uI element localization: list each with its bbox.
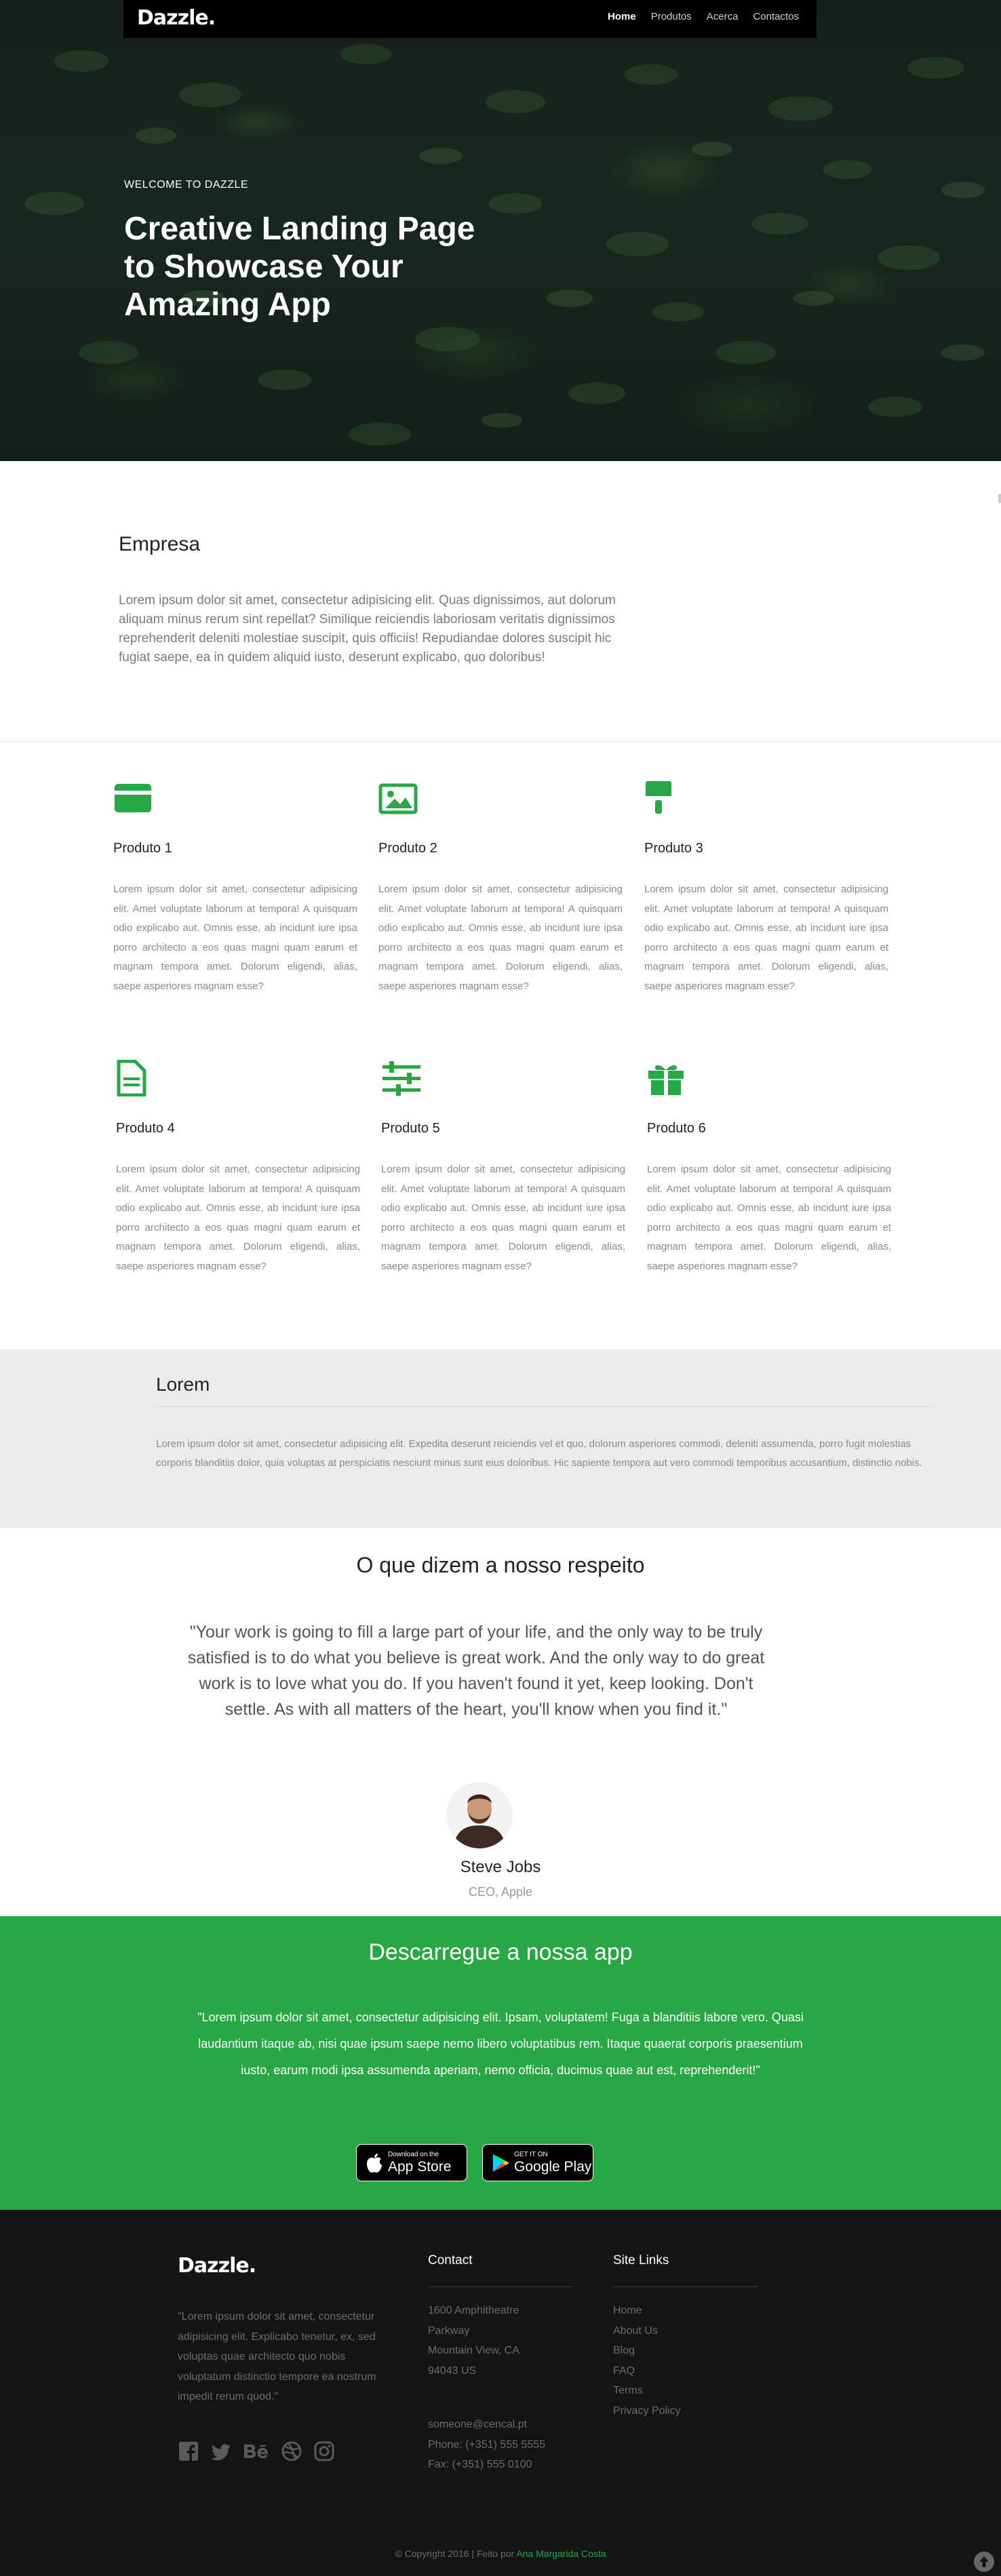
product-card: Produto 1 Lorem ipsum dolor sit amet, co… (113, 780, 357, 992)
address-line: 94043 US (428, 2364, 477, 2377)
footer-link-home[interactable]: Home (613, 2301, 681, 2321)
hero-kicker: WELCOME TO DAZZLE (124, 179, 249, 191)
google-play-icon (493, 2154, 509, 2172)
address-line: 1600 Amphitheatre (428, 2305, 519, 2316)
product-title: Produto 2 (378, 841, 437, 856)
product-title: Produto 4 (116, 1121, 175, 1136)
product-card: Produto 2 Lorem ipsum dolor sit amet, co… (378, 780, 623, 992)
product-text: Lorem ipsum dolor sit amet, consectetur … (378, 884, 623, 992)
sliders-icon (382, 1061, 420, 1096)
lorem-title: Lorem (156, 1374, 210, 1395)
nav-item-produtos[interactable]: Produtos (651, 11, 692, 22)
footer-logo[interactable]: Dazzle. (178, 2254, 256, 2278)
credit-card-icon (115, 784, 151, 812)
footer-contact-divider (428, 2286, 573, 2287)
product-title: Produto 5 (381, 1121, 440, 1136)
nav-item-contactos[interactable]: Contactos (753, 11, 799, 22)
product-card: Produto 6 Lorem ipsum dolor sit amet, co… (647, 1060, 891, 1272)
nav-links: Home Produtos Acerca Contactos (608, 11, 799, 22)
footer-quote: "Lorem ipsum dolor sit amet, consectetur… (178, 2311, 376, 2402)
instagram-icon[interactable] (313, 2440, 335, 2462)
download-title: Descarregue a nossa app (368, 1939, 633, 1965)
author-link[interactable]: Ana Margarida Costa (516, 2548, 606, 2559)
lorem-section: Lorem Lorem ipsum dolor sit amet, consec… (0, 1349, 1001, 1528)
apple-icon (367, 2154, 382, 2173)
google-play-small-label: GET IT ON (514, 2151, 548, 2158)
product-text: Lorem ipsum dolor sit amet, consectetur … (644, 884, 888, 992)
facebook-icon[interactable] (178, 2440, 199, 2462)
scrollbar-thumb[interactable] (998, 494, 1001, 503)
product-card: Produto 4 Lorem ipsum dolor sit amet, co… (116, 1059, 360, 1272)
download-text: "Lorem ipsum dolor sit amet, consectetur… (197, 2010, 804, 2077)
image-icon (378, 783, 418, 814)
download-section: Descarregue a nossa app "Lorem ipsum dol… (0, 1916, 1001, 2210)
product-text: Lorem ipsum dolor sit amet, consectetur … (116, 1164, 360, 1272)
app-store-label: App Store (388, 2159, 452, 2175)
footer-email-link[interactable]: someone@cencal.pt (428, 2415, 545, 2435)
lorem-divider (156, 1406, 929, 1407)
product-card: Produto 3 Lorem ipsum dolor sit amet, co… (644, 780, 888, 992)
app-store-button[interactable]: Download on the App Store (356, 2144, 467, 2181)
navbar: Dazzle. Home Produtos Acerca Contactos (123, 0, 817, 38)
hero-title: Creative Landing Page to Showcase Your A… (124, 211, 475, 323)
avatar-photo (446, 1782, 513, 1848)
product-text: Lorem ipsum dolor sit amet, consectetur … (113, 884, 357, 992)
footer-link-faq[interactable]: FAQ (613, 2361, 681, 2381)
gift-icon (648, 1065, 684, 1095)
footer-links-divider (613, 2286, 758, 2287)
footer-address: 1600 Amphitheatre Parkway Mountain View,… (428, 2301, 519, 2381)
footer-contact-title: Contact (428, 2253, 473, 2267)
footer-link-privacy[interactable]: Privacy Policy (613, 2401, 681, 2421)
document-icon (117, 1059, 146, 1097)
behance-icon[interactable] (243, 2440, 270, 2462)
nav-item-acerca[interactable]: Acerca (707, 11, 739, 22)
footer-link-terms[interactable]: Terms (613, 2381, 681, 2401)
product-card: Produto 5 Lorem ipsum dolor sit amet, co… (381, 1060, 625, 1272)
footer-links-title: Site Links (613, 2253, 669, 2267)
section-divider (0, 741, 1001, 742)
back-to-top-button[interactable] (974, 2552, 994, 2572)
testimonial-name: Steve Jobs (460, 1858, 541, 1876)
footer-link-about[interactable]: About Us (613, 2321, 681, 2341)
app-store-small-label: Download on the (388, 2151, 439, 2158)
hero-section: WELCOME TO DAZZLE Creative Landing Page … (0, 0, 1001, 461)
dribbble-icon[interactable] (281, 2440, 302, 2462)
address-line: Parkway (428, 2324, 470, 2337)
product-text: Lorem ipsum dolor sit amet, consectetur … (647, 1164, 891, 1272)
paint-brush-icon (646, 781, 671, 814)
footer-contact-details: someone@cencal.pt Phone: (+351) 555 5555… (428, 2415, 545, 2475)
empresa-title: Empresa (119, 533, 201, 555)
testimonial-role: CEO, Apple (468, 1885, 533, 1899)
footer-link-blog[interactable]: Blog (613, 2341, 681, 2361)
lorem-text: Lorem ipsum dolor sit amet, consectetur … (156, 1438, 922, 1469)
social-links (178, 2440, 335, 2462)
nav-item-home[interactable]: Home (608, 11, 636, 22)
product-text: Lorem ipsum dolor sit amet, consectetur … (381, 1164, 625, 1272)
testimonial-quote: "Your work is going to fill a large part… (187, 1623, 765, 1719)
footer-copyright: © Copyright 2016 | Feito por Ana Margari… (0, 2548, 1001, 2559)
footer: Dazzle. "Lorem ipsum dolor sit amet, con… (0, 2210, 1001, 2576)
footer-fax: Fax: (+351) 555 0100 (428, 2459, 532, 2470)
copyright-text: © Copyright 2016 | Feito por (395, 2548, 515, 2559)
product-title: Produto 6 (647, 1121, 706, 1136)
arrow-up-icon (979, 2556, 989, 2567)
product-title: Produto 3 (644, 841, 703, 856)
google-play-button[interactable]: GET IT ON Google Play (482, 2144, 593, 2181)
product-title: Produto 1 (113, 841, 172, 856)
address-line: Mountain View, CA (428, 2345, 519, 2356)
footer-site-links: Home About Us Blog FAQ Terms Privacy Pol… (613, 2301, 681, 2421)
testimonial-title: O que dizem a nosso respeito (356, 1553, 645, 1577)
logo[interactable]: Dazzle. (137, 6, 216, 30)
avatar (446, 1782, 513, 1848)
google-play-label: Google Play (514, 2159, 592, 2175)
footer-phone: Phone: (+351) 555 5555 (428, 2438, 546, 2451)
twitter-icon[interactable] (210, 2440, 232, 2462)
empresa-text: Lorem ipsum dolor sit amet, consectetur … (119, 593, 616, 665)
